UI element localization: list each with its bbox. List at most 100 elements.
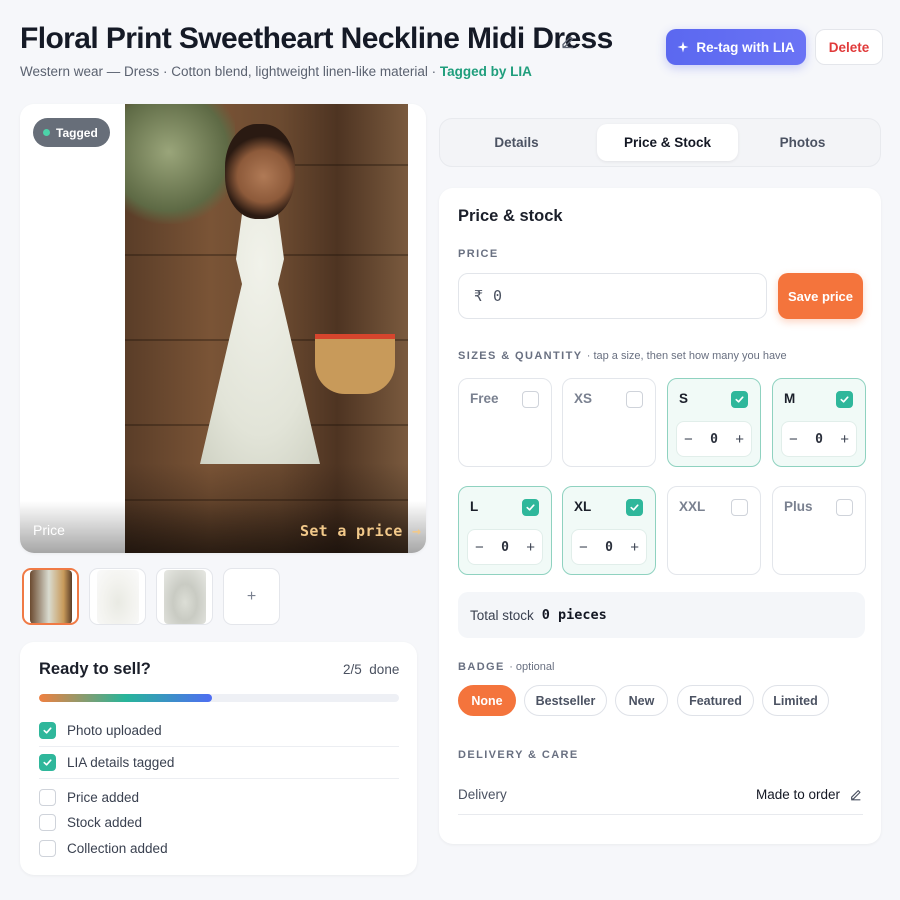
plus-icon[interactable]: + (630, 539, 639, 556)
thumbnail-2[interactable] (89, 568, 146, 625)
total-stock-label: Total stock (470, 607, 534, 623)
quantity-stepper[interactable]: − 0 + (781, 421, 857, 457)
total-stock-bar: Total stock 0 pieces (458, 592, 865, 638)
tab-price-stock[interactable]: Price & Stock (597, 124, 738, 161)
size-card-l[interactable]: L − 0 + (458, 486, 552, 575)
checklist-item-collection[interactable]: Collection added (39, 832, 399, 864)
badge-section-title: BADGE (458, 661, 505, 673)
price-input[interactable]: ₹0 (458, 273, 767, 319)
edit-title-pencil-icon[interactable] (560, 34, 576, 50)
price-section-label: PRICE (458, 248, 499, 260)
size-name: Plus (784, 499, 813, 514)
checkbox[interactable] (39, 722, 56, 739)
edit-pencil-icon[interactable] (849, 788, 863, 802)
size-checkbox[interactable] (731, 391, 748, 408)
ready-progress-bar (39, 694, 399, 702)
plus-icon[interactable]: + (840, 431, 849, 448)
plus-icon[interactable]: + (735, 431, 744, 448)
size-checkbox[interactable] (836, 499, 853, 516)
checklist-label: Price added (67, 789, 140, 805)
quantity-stepper[interactable]: − 0 + (676, 421, 752, 457)
minus-icon[interactable]: − (789, 431, 798, 448)
status-dot-icon (43, 129, 50, 136)
checklist-label: Stock added (67, 814, 143, 830)
badge-chip-new[interactable]: New (615, 685, 668, 716)
badge-chip-none[interactable]: None (458, 685, 516, 716)
thumbnail-1[interactable] (22, 568, 79, 625)
price-value: 0 (493, 287, 503, 305)
retag-label: Re-tag with LIA (696, 39, 795, 55)
tagged-by-lia-label: Tagged by LIA (439, 64, 532, 79)
tagged-badge-label: Tagged (56, 125, 98, 140)
size-name: XS (574, 391, 593, 406)
badge-hint: · optional (509, 661, 555, 673)
main-image-card: Tagged Price Set a price → (20, 104, 426, 553)
delivery-key: Delivery (458, 787, 507, 802)
size-card-xl[interactable]: XL − 0 + (562, 486, 656, 575)
size-name: XXL (679, 499, 706, 514)
ready-count-suffix: done (369, 662, 400, 677)
tab-bar: Details Price & Stock Photos (439, 118, 881, 167)
price-stock-panel: Price & stock PRICE ₹0 Save price SIZES … (439, 188, 881, 844)
delivery-value-group: Made to order (756, 787, 863, 802)
badge-chip-limited[interactable]: Limited (762, 685, 829, 716)
delivery-section-label: DELIVERY & CARE (458, 749, 579, 761)
checklist-label: Photo uploaded (67, 723, 162, 738)
ready-progress-fill (39, 694, 212, 702)
quantity-value: 0 (605, 539, 613, 555)
size-card-m[interactable]: M − 0 + (772, 378, 866, 467)
size-card-xxl[interactable]: XXL (667, 486, 761, 575)
checklist-label: Collection added (67, 840, 168, 856)
minus-icon[interactable]: − (579, 539, 588, 556)
checkbox[interactable] (39, 788, 56, 806)
delivery-row[interactable]: Delivery Made to order (458, 775, 863, 815)
size-card-free[interactable]: Free (458, 378, 552, 467)
size-checkbox[interactable] (522, 391, 539, 408)
delete-button[interactable]: Delete (815, 29, 883, 65)
badge-section-label: BADGE · optional (458, 661, 554, 673)
size-checkbox[interactable] (836, 391, 853, 408)
checkbox[interactable] (39, 754, 56, 771)
currency-symbol: ₹ (474, 287, 484, 305)
tab-photos[interactable]: Photos (732, 124, 873, 161)
checklist-label: LIA details tagged (67, 755, 175, 770)
checkbox[interactable] (39, 813, 56, 831)
minus-icon[interactable]: − (684, 431, 693, 448)
size-checkbox[interactable] (731, 499, 748, 516)
badge-chip-bestseller[interactable]: Bestseller (524, 685, 607, 716)
size-card-s[interactable]: S − 0 + (667, 378, 761, 467)
image-price-label: Price (33, 522, 65, 538)
sizes-section-label: SIZES & QUANTITY · tap a size, then set … (458, 350, 787, 362)
ready-to-sell-card: Ready to sell? 2/5 done Photo uploaded L… (20, 642, 417, 875)
size-checkbox[interactable] (626, 391, 643, 408)
size-name: S (679, 391, 689, 406)
size-checkbox[interactable] (626, 499, 643, 516)
checkbox[interactable] (39, 839, 56, 857)
minus-icon[interactable]: − (475, 539, 484, 556)
size-name: L (470, 499, 479, 514)
add-photo-button[interactable]: + (223, 568, 280, 625)
delivery-value: Made to order (755, 787, 840, 802)
size-name: Free (470, 391, 499, 406)
size-checkbox[interactable] (522, 499, 539, 516)
retag-with-lia-button[interactable]: Re-tag with LIA (666, 29, 806, 65)
sparkle-icon (677, 41, 689, 53)
size-card-plus[interactable]: Plus (772, 486, 866, 575)
quantity-value: 0 (710, 431, 718, 447)
quantity-stepper[interactable]: − 0 + (467, 529, 543, 565)
thumbnail-3[interactable] (156, 568, 213, 625)
badge-chip-featured[interactable]: Featured (677, 685, 754, 716)
tab-details[interactable]: Details (446, 124, 587, 161)
checklist-item-photo[interactable]: Photo uploaded (39, 715, 399, 747)
total-stock-value: 0 pieces (541, 607, 607, 623)
set-price-link[interactable]: Set a price → (300, 522, 421, 540)
product-photo[interactable] (125, 104, 408, 553)
plus-icon[interactable]: + (526, 539, 535, 556)
ready-count: 2/5 done (343, 662, 399, 677)
sizes-section-title: SIZES & QUANTITY (458, 350, 583, 362)
save-price-button[interactable]: Save price (778, 273, 863, 319)
size-card-xs[interactable]: XS (562, 378, 656, 467)
checklist-item-lia[interactable]: LIA details tagged (39, 747, 399, 779)
quantity-stepper[interactable]: − 0 + (571, 529, 647, 565)
plus-icon: + (246, 587, 257, 605)
